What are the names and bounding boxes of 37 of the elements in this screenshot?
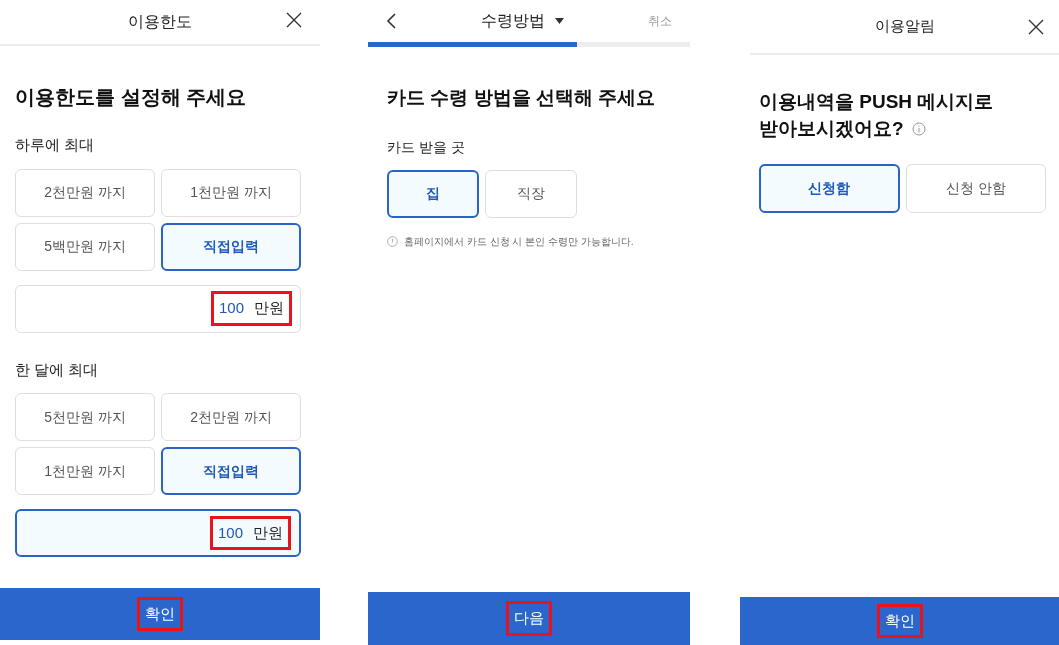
close-icon[interactable]	[286, 12, 302, 28]
amount-value: 100	[217, 522, 243, 543]
page-heading: 이용내역을 PUSH 메시지로	[759, 90, 994, 114]
section-label: 카드 받을 곳	[387, 137, 466, 157]
page-heading: 카드 수령 방법을 선택해 주세요	[387, 86, 657, 110]
amount-field[interactable]: 100 만원	[15, 509, 301, 557]
option-button[interactable]: 2천만원 까지	[161, 393, 301, 441]
option-button[interactable]: 5백만원 까지	[15, 222, 155, 271]
option-button[interactable]: 직접입력	[161, 222, 301, 271]
option-button[interactable]: 신청함	[759, 164, 900, 213]
screen-title: 이용한도	[128, 12, 192, 32]
unit-label: 만원	[253, 522, 283, 543]
option-button[interactable]: 2천만원 까지	[15, 168, 155, 217]
option-button[interactable]: 직장	[485, 169, 577, 218]
option-button[interactable]: 1천만원 까지	[161, 168, 301, 217]
confirm-button[interactable]: 다음	[368, 592, 690, 645]
page-heading: 이용한도를 설정해 주세요	[15, 85, 248, 110]
unit-label: 만원	[254, 298, 284, 319]
back-icon[interactable]	[386, 13, 396, 29]
info-note: 홈페이지에서 카드 신청 시 본인 수령만 가능합니다.	[404, 234, 634, 249]
info-icon	[387, 235, 398, 247]
page-heading: 받아보시겠어요?	[759, 117, 904, 141]
confirm-button[interactable]: 확인	[0, 588, 320, 640]
option-button[interactable]: 5천만원 까지	[15, 393, 155, 441]
caret-icon[interactable]	[554, 18, 564, 24]
confirm-button[interactable]: 확인	[740, 597, 1059, 645]
option-button[interactable]: 신청 안함	[905, 164, 1046, 213]
amount-value: 100	[218, 298, 244, 319]
option-button[interactable]: 직접입력	[161, 447, 301, 495]
amount-field[interactable]: 100 만원	[15, 284, 301, 333]
section-label: 한 달에 최대	[15, 359, 100, 380]
section-label: 하루에 최대	[15, 135, 96, 155]
option-button[interactable]: 1천만원 까지	[15, 447, 155, 495]
option-button[interactable]: 집	[387, 169, 479, 218]
close-icon[interactable]	[1028, 19, 1044, 35]
screen-title: 이용알림	[874, 16, 935, 37]
screen-title: 수령방법	[480, 11, 545, 31]
